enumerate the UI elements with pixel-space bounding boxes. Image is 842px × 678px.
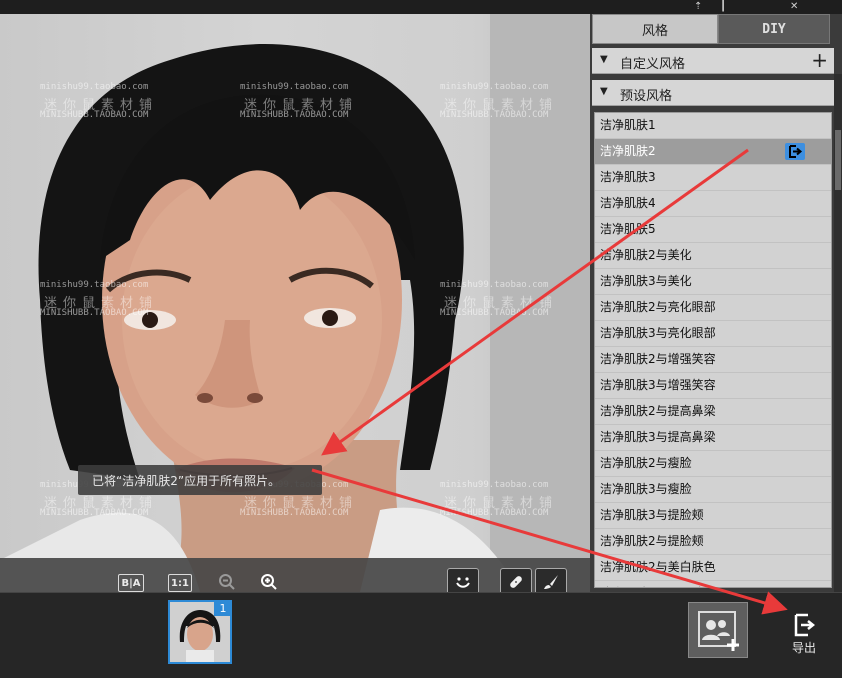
preset-style-item[interactable]: 洁净肌肤2与瘦脸 — [595, 451, 831, 477]
style-panel: 风格 DIY ▼ 自定义风格 + ▼ 预设风格 洁净肌肤1 洁净肌肤2 洁净肌肤3 洁… — [590, 14, 842, 592]
zoom-out-icon — [219, 574, 235, 590]
preset-style-item-label: 洁净肌肤2与阳刚肤色 — [600, 586, 716, 587]
preset-style-item[interactable]: 洁净肌肤3与瘦脸 — [595, 477, 831, 503]
one-to-one-button[interactable]: 1:1 — [168, 574, 192, 592]
preset-style-item-label: 洁净肌肤2与亮化眼部 — [600, 300, 716, 314]
collapse-triangle-icon: ▼ — [600, 86, 608, 97]
zoom-out-button[interactable] — [216, 570, 238, 592]
preset-style-item[interactable]: 洁净肌肤2与美化 — [595, 243, 831, 269]
app-window: ⇡ ┃ ✕ minishu99.taobao.com 迷你鼠素材铺 MINISH… — [0, 0, 842, 678]
scrollbar-thumb[interactable] — [835, 130, 841, 190]
smile-face-icon — [456, 577, 470, 588]
applied-notification-text: 已将“洁净肌肤2”应用于所有照片。 — [92, 474, 281, 488]
preset-style-item-label: 洁净肌肤2与提高鼻梁 — [600, 404, 716, 418]
tab-diy[interactable]: DIY — [718, 14, 830, 44]
preset-style-item[interactable]: 洁净肌肤2与增强笑容 — [595, 347, 831, 373]
preset-style-item[interactable]: 洁净肌肤2与提脸颊 — [595, 529, 831, 555]
applied-notification: 已将“洁净肌肤2”应用于所有照片。 — [78, 465, 322, 495]
preset-style-item-label: 洁净肌肤2与提脸颊 — [600, 534, 704, 548]
face-photo — [0, 44, 520, 592]
preset-style-item-label: 洁净肌肤5 — [600, 222, 656, 236]
tab-style[interactable]: 风格 — [592, 14, 718, 44]
section-label: 预设风格 — [620, 89, 673, 104]
preset-style-item[interactable]: 洁净肌肤2与提高鼻梁 — [595, 399, 831, 425]
preset-style-item-label: 洁净肌肤3与提高鼻梁 — [600, 430, 716, 444]
preset-style-item[interactable]: 洁净肌肤3与增强笑容 — [595, 373, 831, 399]
title-bar: ⇡ ┃ ✕ — [0, 0, 842, 14]
preset-style-item-label: 洁净肌肤2与美白肤色 — [600, 560, 716, 574]
photo-toolbar: B|A 1:1 — [0, 558, 590, 592]
preset-style-item[interactable]: 洁净肌肤3与提脸颊 — [595, 503, 831, 529]
preset-style-item[interactable]: 洁净肌肤3与美化 — [595, 269, 831, 295]
close-icon[interactable]: ✕ — [790, 1, 798, 12]
preset-style-item-label: 洁净肌肤2与瘦脸 — [600, 456, 692, 470]
preset-style-item[interactable]: 洁净肌肤1 — [595, 113, 831, 139]
preset-style-section[interactable]: ▼ 预设风格 — [592, 80, 834, 106]
add-person-icon — [698, 611, 739, 651]
bandage-icon — [510, 576, 522, 588]
preset-style-item-label: 洁净肌肤3与亮化眼部 — [600, 326, 716, 340]
before-after-button[interactable]: B|A — [118, 574, 144, 592]
preset-style-item[interactable]: 洁净肌肤5 — [595, 217, 831, 243]
export-button[interactable]: 导出 — [776, 609, 832, 665]
add-face-button[interactable] — [688, 602, 748, 658]
preset-style-item[interactable]: 洁净肌肤2与阳刚肤色 — [595, 581, 831, 587]
export-label: 导出 — [791, 641, 816, 655]
preset-style-item-label: 洁净肌肤3与瘦脸 — [600, 482, 692, 496]
zoom-in-button[interactable] — [258, 570, 280, 592]
preset-style-item-label: 洁净肌肤3与提脸颊 — [600, 508, 704, 522]
brush-icon — [544, 575, 558, 589]
photo-viewer[interactable]: minishu99.taobao.com 迷你鼠素材铺 MINISHUBB.TA… — [0, 14, 590, 592]
preset-style-item-label: 洁净肌肤3与增强笑容 — [600, 378, 716, 392]
brush-button[interactable] — [535, 568, 567, 592]
preset-style-item-label: 洁净肌肤2与美化 — [600, 248, 692, 262]
face-detect-button[interactable] — [447, 568, 479, 592]
preset-style-item[interactable]: 洁净肌肤3 — [595, 165, 831, 191]
preset-style-item-label: 洁净肌肤3与美化 — [600, 274, 692, 288]
preset-style-item-label: 洁净肌肤3 — [600, 170, 656, 184]
preset-style-item[interactable]: 洁净肌肤2 — [595, 139, 831, 165]
preset-style-item-label: 洁净肌肤2 — [600, 144, 656, 158]
preset-style-item[interactable]: 洁净肌肤2与亮化眼部 — [595, 295, 831, 321]
preset-style-item-label: 洁净肌肤1 — [600, 118, 656, 132]
section-label: 自定义风格 — [620, 57, 686, 72]
preset-style-item-label: 洁净肌肤2与增强笑容 — [600, 352, 716, 366]
add-icon[interactable]: + — [811, 48, 828, 72]
preset-style-item[interactable]: 洁净肌肤3与提高鼻梁 — [595, 425, 831, 451]
title-bar-icon[interactable]: ⇡ — [694, 1, 702, 12]
panel-scrollbar[interactable] — [834, 74, 842, 592]
preset-style-item-label: 洁净肌肤4 — [600, 196, 656, 210]
title-bar-icon[interactable]: ┃ — [720, 1, 726, 12]
apply-to-all-icon[interactable] — [785, 143, 805, 160]
export-icon — [794, 613, 816, 637]
preset-style-item[interactable]: 洁净肌肤4 — [595, 191, 831, 217]
panel-tabs: 风格 DIY — [590, 14, 842, 44]
thumbnail-count-badge: 1 — [214, 600, 232, 616]
zoom-in-icon — [261, 574, 277, 590]
filmstrip-bar: 1 导出 — [0, 592, 842, 678]
preset-style-list: 洁净肌肤1 洁净肌肤2 洁净肌肤3 洁净肌肤4 洁净肌肤5 洁净肌肤2与美化 洁净肌肤3与美… — [594, 112, 832, 588]
preset-style-item[interactable]: 洁净肌肤3与亮化眼部 — [595, 321, 831, 347]
collapse-triangle-icon: ▼ — [600, 54, 608, 65]
preset-style-item[interactable]: 洁净肌肤2与美白肤色 — [595, 555, 831, 581]
retouch-button[interactable] — [500, 568, 532, 592]
custom-style-section[interactable]: ▼ 自定义风格 + — [592, 48, 834, 74]
